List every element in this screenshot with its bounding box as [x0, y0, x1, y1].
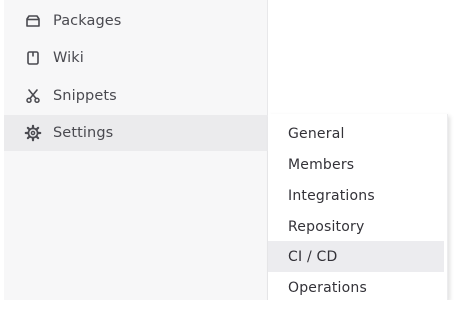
sidebar-item-label: Packages [53, 13, 122, 29]
sidebar-item-wiki[interactable]: Wiki [4, 40, 268, 76]
snippet-icon [24, 87, 42, 105]
flyout-item-label: CI / CD [288, 248, 338, 265]
book-icon [24, 49, 42, 67]
sidebar-item-snippets[interactable]: Snippets [4, 78, 268, 114]
sidebar: Packages Wiki Snippets Settings [4, 0, 268, 300]
flyout-item-general[interactable]: General [268, 118, 444, 149]
flyout-item-label: Integrations [288, 187, 375, 204]
sidebar-item-settings[interactable]: Settings [4, 115, 268, 151]
gear-icon [24, 124, 42, 142]
flyout-item-ci-cd[interactable]: CI / CD [268, 241, 444, 272]
sidebar-item-label: Settings [53, 125, 114, 141]
settings-flyout-menu: General Members Integrations Repository … [268, 114, 448, 300]
flyout-item-members[interactable]: Members [268, 149, 444, 180]
sidebar-item-label: Wiki [53, 50, 84, 66]
package-icon [24, 12, 42, 30]
flyout-item-label: Operations [288, 279, 367, 296]
flyout-item-label: Repository [288, 218, 365, 235]
flyout-item-operations[interactable]: Operations [268, 272, 444, 303]
flyout-item-label: General [288, 125, 345, 142]
bottom-edge [0, 300, 474, 312]
sidebar-item-packages[interactable]: Packages [4, 3, 268, 39]
sidebar-item-label: Snippets [53, 88, 117, 104]
flyout-item-repository[interactable]: Repository [268, 211, 444, 242]
flyout-item-label: Members [288, 156, 355, 173]
flyout-item-integrations[interactable]: Integrations [268, 180, 444, 211]
